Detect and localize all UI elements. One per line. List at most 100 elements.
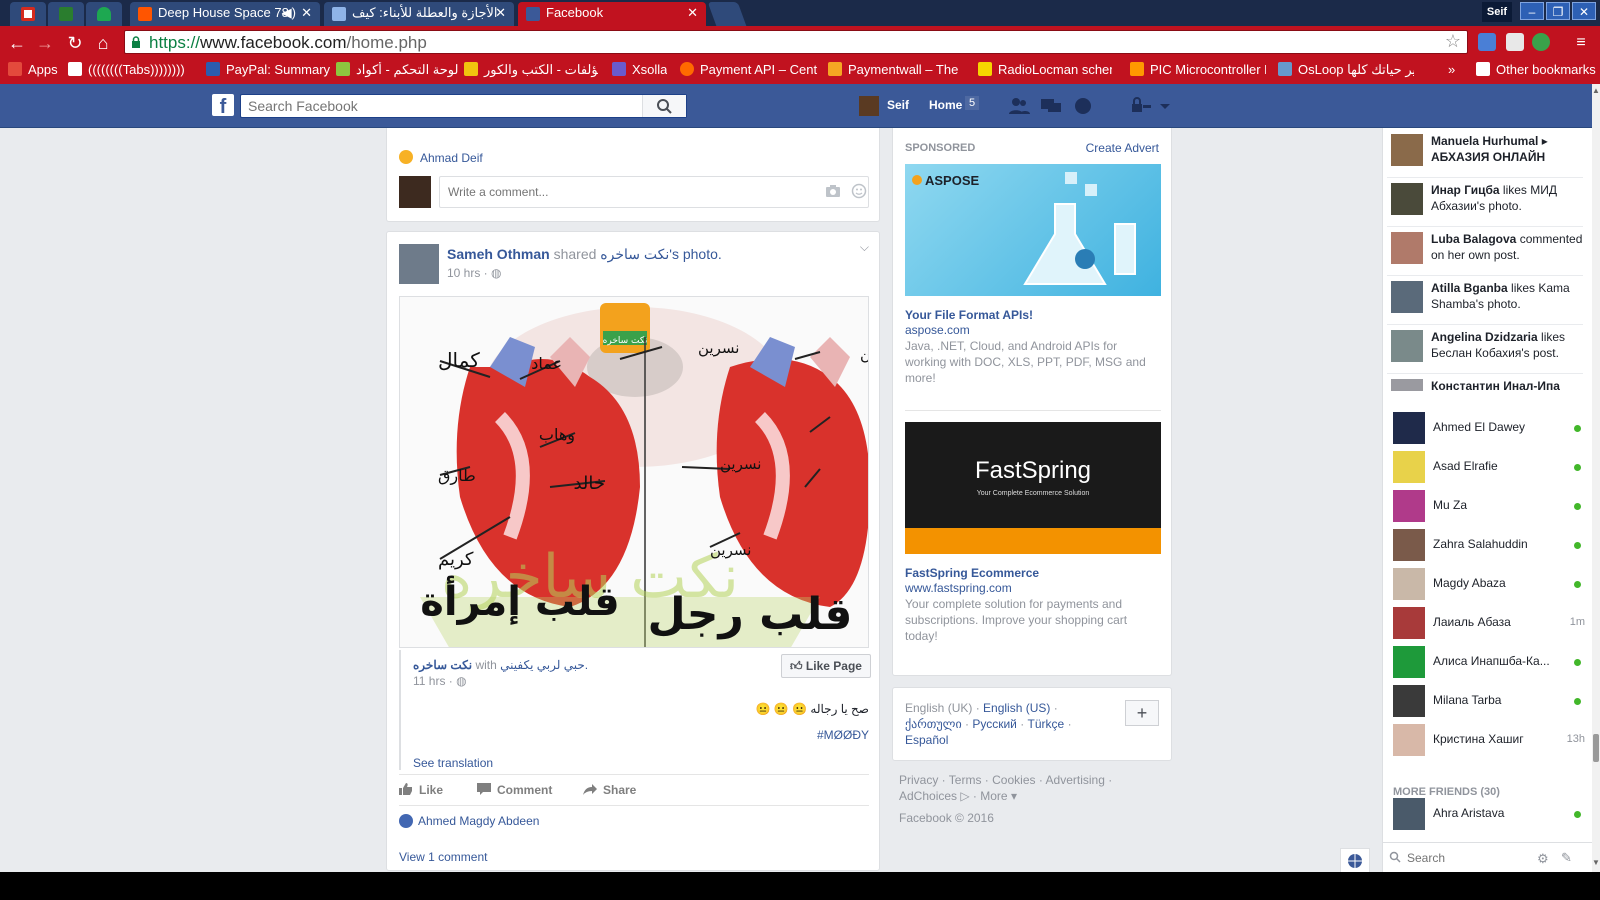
buddy-item[interactable]: Ahra Aristava xyxy=(1383,794,1593,834)
ticker-story[interactable]: Manuela Hurhumal ▸ АБХАЗИЯ ОНЛАЙН xyxy=(1387,130,1585,178)
menu-icon[interactable]: ≡ xyxy=(1570,32,1592,54)
tab-close-icon[interactable]: ✕ xyxy=(301,5,312,21)
footer-link-adchoices[interactable]: AdChoices xyxy=(899,789,957,803)
home-icon[interactable]: ⌂ xyxy=(92,32,114,54)
footer-link-terms[interactable]: Terms xyxy=(949,773,982,787)
tab-deep-house[interactable]: Deep House Space 78 ◀) ✕ xyxy=(130,2,320,26)
home-link[interactable]: Home xyxy=(929,98,962,112)
hashtag-link[interactable]: #MØØÐY xyxy=(817,728,869,742)
bookmark-pic[interactable]: PIC Microcontroller F xyxy=(1130,62,1266,77)
account-menu-chevron-icon[interactable] xyxy=(1158,96,1172,116)
footer-link-cookies[interactable]: Cookies xyxy=(992,773,1035,787)
tab-close-icon[interactable]: ✕ xyxy=(495,5,506,21)
ticker-story[interactable]: Константин Инал-Ипа xyxy=(1387,375,1585,391)
camera-icon[interactable] xyxy=(825,184,841,198)
new-tab-button[interactable] xyxy=(707,2,747,26)
bookmark-paypal[interactable]: PayPal: Summary xyxy=(206,62,330,77)
ticker-name[interactable]: Инар Гицба xyxy=(1431,183,1500,197)
post-timestamp[interactable]: 10 hrs · ◍ xyxy=(447,266,502,280)
notifications-globe-icon[interactable] xyxy=(1072,96,1094,116)
post-author-link[interactable]: Sameh Othman xyxy=(447,246,550,262)
back-icon[interactable]: ← xyxy=(6,32,28,54)
globe-extension-icon[interactable] xyxy=(1532,33,1550,51)
bookmark-osloop[interactable]: OsLoop لمير حياتك كلها xyxy=(1278,62,1414,78)
bookmark-tabs-folder[interactable]: ((((((((Tabs)))))))) xyxy=(68,62,196,77)
ticker-story[interactable]: Luba Balagova commented on her own post. xyxy=(1387,228,1585,276)
ticker-group[interactable]: АБХАЗИЯ ОНЛАЙН xyxy=(1431,149,1583,165)
ad-domain-link[interactable]: www.fastspring.com xyxy=(905,581,1012,595)
liker-link[interactable]: Ahmed Magdy Abdeen xyxy=(418,814,539,828)
tab-pinned-1[interactable] xyxy=(10,2,46,26)
extension-cube-icon[interactable] xyxy=(1506,33,1524,51)
buddy-item[interactable]: Asad Elrafie xyxy=(1383,447,1593,487)
avatar[interactable] xyxy=(1391,281,1423,313)
avatar[interactable] xyxy=(1391,134,1423,166)
page-scrollbar[interactable]: ▲ ▼ xyxy=(1592,84,1600,872)
reactor-link[interactable]: Ahmad Deif xyxy=(420,151,483,165)
language-link[interactable]: Español xyxy=(905,733,948,747)
footer-link-advertising[interactable]: Advertising xyxy=(1046,773,1105,787)
tab-pinned-2[interactable] xyxy=(48,2,84,26)
bookmarks-overflow-icon[interactable]: » xyxy=(1448,62,1455,77)
view-comments-link[interactable]: View 1 comment xyxy=(399,850,487,864)
ticker-name[interactable]: Luba Balagova xyxy=(1431,232,1516,246)
bookmark-control-panel[interactable]: لوحة التحكم - أكواد xyxy=(336,62,458,78)
bookmark-apps[interactable]: Apps xyxy=(8,62,58,77)
tab-close-icon[interactable]: ✕ xyxy=(687,5,698,21)
footer-link-privacy[interactable]: Privacy xyxy=(899,773,938,787)
buddy-item[interactable]: Кристина Хашиг 13h xyxy=(1383,720,1593,760)
language-link[interactable]: English (US) xyxy=(983,701,1050,715)
fastspring-ad-image[interactable]: FastSpring Your Complete Ecommerce Solut… xyxy=(905,422,1161,554)
more-languages-button[interactable]: + xyxy=(1125,700,1159,726)
comment-input[interactable] xyxy=(439,176,869,208)
bookmark-books[interactable]: مؤلفات - الكتب والكور xyxy=(464,62,598,78)
tab-pinned-3[interactable] xyxy=(86,2,122,26)
share-button[interactable]: Share xyxy=(583,783,636,797)
post-author-avatar[interactable] xyxy=(399,244,439,284)
post-options-chevron-icon[interactable]: ⌵ xyxy=(860,240,869,255)
bookmark-other[interactable]: Other bookmarks xyxy=(1476,62,1596,77)
bookmark-paymentwall[interactable]: Paymentwall – The e xyxy=(828,62,962,77)
ticker-name[interactable]: Manuela Hurhumal xyxy=(1431,134,1538,148)
buddy-item[interactable]: Mu Za xyxy=(1383,486,1593,526)
ticker-story[interactable]: Atilla Bganba likes Kama Shamba's photo. xyxy=(1387,277,1585,325)
aspose-ad-image[interactable]: ASPOSE xyxy=(905,164,1161,296)
create-advert-link[interactable]: Create Advert xyxy=(1086,141,1159,155)
buddy-item[interactable]: Magdy Abaza xyxy=(1383,564,1593,604)
search-button[interactable] xyxy=(642,95,686,117)
post-page-link[interactable]: نكت ساخره xyxy=(600,246,669,262)
commenter-avatar[interactable] xyxy=(399,176,431,208)
search-input[interactable] xyxy=(241,95,641,117)
messages-icon[interactable] xyxy=(1040,96,1062,116)
language-link[interactable]: Русский xyxy=(972,717,1017,731)
ad-title-link[interactable]: Your File Format APIs! xyxy=(905,308,1033,322)
ticker-story[interactable]: Инар Гицба likes МИД Абхазии's photo. xyxy=(1387,179,1585,227)
avatar[interactable] xyxy=(1391,330,1423,362)
ticker-name[interactable]: Angelina Dzidzaria xyxy=(1431,330,1538,344)
sticker-smiley-icon[interactable] xyxy=(851,183,867,199)
like-page-button[interactable]: 👍︎ Like Page xyxy=(781,654,871,678)
buddy-item[interactable]: Лаиаль Абаза 1m xyxy=(1383,603,1593,643)
ticker-name[interactable]: Константин Инал-Ипа xyxy=(1431,379,1560,391)
facebook-logo-icon[interactable]: f xyxy=(212,94,234,118)
see-translation-link[interactable]: See translation xyxy=(413,756,493,770)
footer-link-more[interactable]: More xyxy=(980,789,1007,803)
address-bar[interactable]: https://www.facebook.com/home.php ☆ xyxy=(124,30,1468,54)
buddy-item[interactable]: Ahmed El Dawey xyxy=(1383,408,1593,448)
profile-link[interactable]: Seif xyxy=(887,98,909,112)
chat-search-input[interactable] xyxy=(1407,849,1527,867)
facebook-search[interactable] xyxy=(240,94,687,118)
shared-friend-link[interactable]: حبي لربي يكفيني. xyxy=(500,658,588,672)
reload-icon[interactable]: ↻ xyxy=(64,32,86,54)
gear-icon[interactable]: ⚙ xyxy=(1537,851,1549,867)
buddy-item[interactable]: Milana Tarba xyxy=(1383,681,1593,721)
translate-extension-icon[interactable] xyxy=(1478,33,1496,51)
profile-avatar[interactable] xyxy=(859,96,879,116)
language-link[interactable]: ქართული xyxy=(905,717,962,731)
bookmark-payment-api[interactable]: Payment API – Centi xyxy=(680,62,818,77)
comment-button[interactable]: Comment xyxy=(477,783,552,797)
bookmark-star-icon[interactable]: ☆ xyxy=(1445,31,1461,52)
avatar[interactable] xyxy=(1391,379,1423,391)
avatar[interactable] xyxy=(1391,232,1423,264)
post-object-link[interactable]: 's photo. xyxy=(669,246,722,262)
